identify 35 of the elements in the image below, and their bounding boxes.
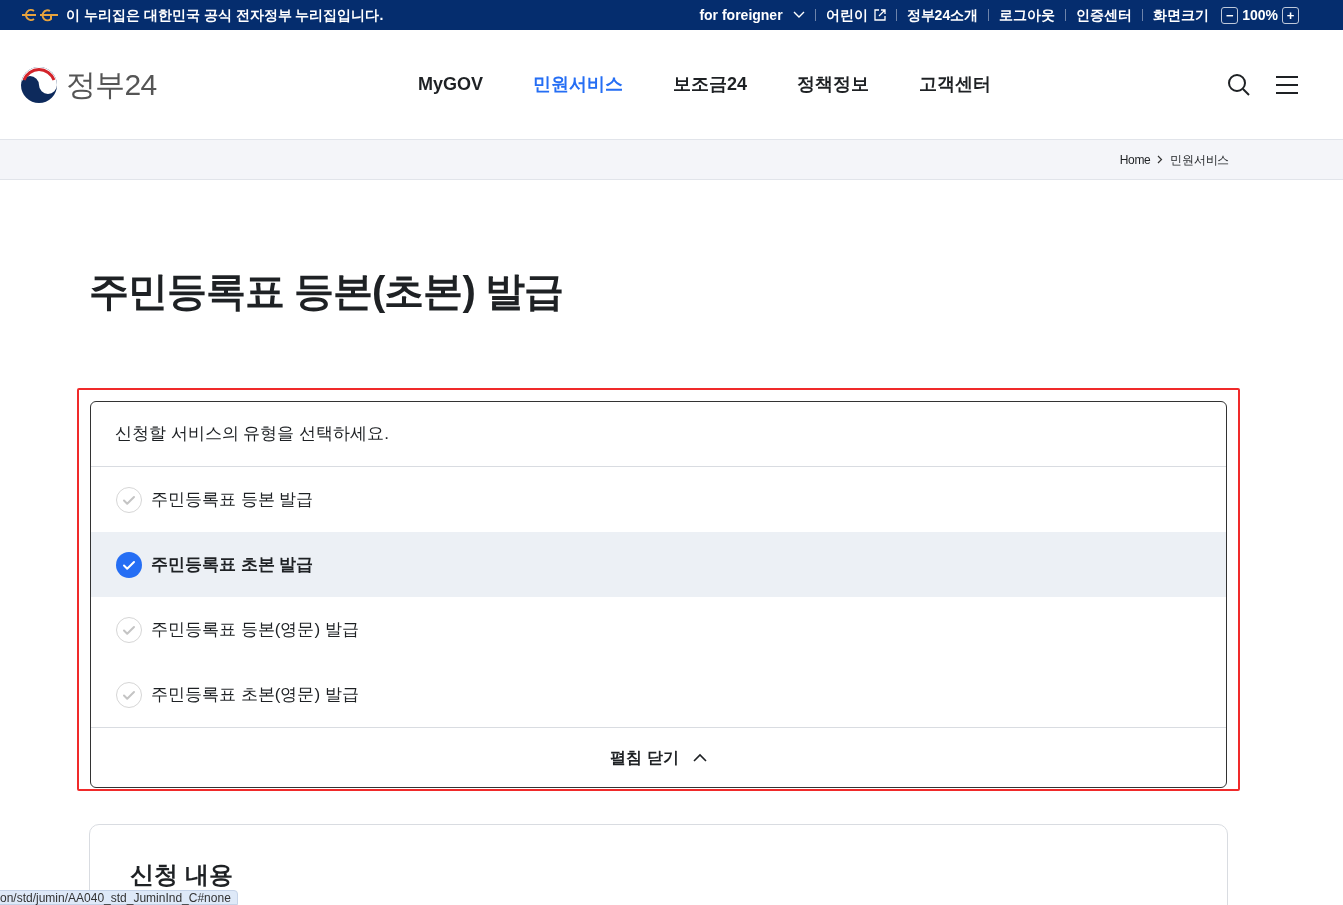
utility-link[interactable]: 정부24소개: [906, 4, 979, 26]
service-option[interactable]: 주민등록표 초본(영문) 발급: [91, 662, 1226, 727]
breadcrumb-current: 민원서비스: [1170, 151, 1229, 169]
nav-tab[interactable]: 고객센터: [919, 71, 992, 98]
utility-link[interactable]: 어린이: [825, 4, 886, 26]
utility-link[interactable]: 화면크기: [1153, 4, 1210, 26]
prompt-text: 신청할 서비스의 유형을 선택하세요.: [91, 402, 1226, 467]
chevron-right-icon: [1157, 155, 1164, 164]
collapse-toggle[interactable]: 펼침 닫기: [91, 727, 1226, 787]
nav-tab[interactable]: MyGOV: [418, 71, 483, 98]
search-icon[interactable]: [1227, 72, 1251, 97]
official-notice: 이 누리집은 대한민국 공식 전자정부 누리집입니다.: [66, 5, 384, 25]
utility-link[interactable]: 로그아웃: [999, 4, 1056, 26]
service-option[interactable]: 주민등록표 초본 발급: [91, 532, 1226, 597]
chevron-up-icon: [692, 753, 707, 762]
taegeuk-emblem-icon: [20, 65, 58, 104]
breadcrumb-link[interactable]: Home: [1119, 150, 1151, 169]
zoom-in-button[interactable]: +: [1282, 6, 1299, 24]
nav-tab[interactable]: 정책정보: [797, 71, 870, 98]
zoom-out-button[interactable]: −: [1221, 6, 1239, 24]
nav-tab[interactable]: 보조금24: [673, 71, 748, 98]
zoom-level: 100%: [1242, 5, 1278, 25]
status-url: on/std/jumin/AA040_std_JuminInd_C#none: [0, 890, 238, 905]
nav-tab[interactable]: 민원서비스: [533, 71, 623, 98]
utility-link[interactable]: 인증센터: [1076, 4, 1133, 26]
page-title: 주민등록표 등본(초본) 발급: [89, 268, 564, 315]
menu-icon[interactable]: [1275, 74, 1299, 95]
external-link-icon: [873, 9, 886, 21]
chevron-down-icon: [792, 11, 805, 19]
site-logo[interactable]: 정부24: [20, 62, 418, 107]
service-option[interactable]: 주민등록표 등본 발급: [91, 467, 1226, 532]
service-option[interactable]: 주민등록표 등본(영문) 발급: [91, 597, 1226, 662]
eg-logo-icon: [20, 8, 60, 22]
utility-link[interactable]: for foreigner: [699, 4, 805, 26]
section-heading: 신청 내용: [130, 861, 234, 889]
